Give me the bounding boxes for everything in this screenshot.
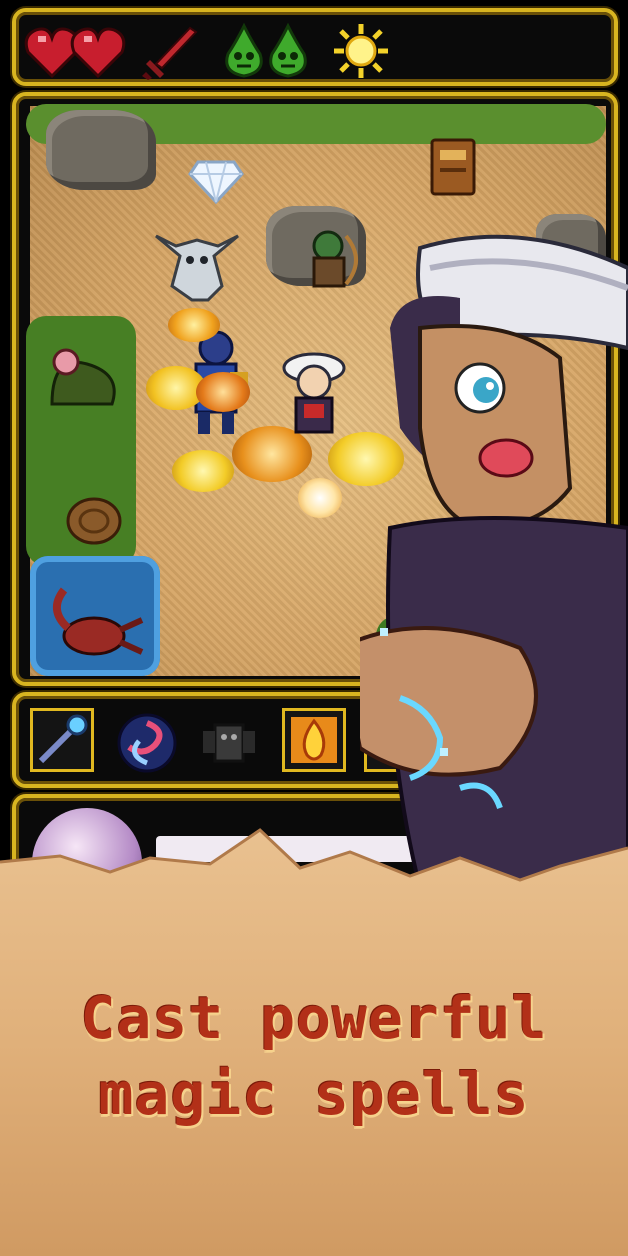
spell-slot-golem[interactable] <box>194 708 258 772</box>
log-stump <box>66 497 122 545</box>
status-bar <box>12 8 618 86</box>
heart-icon <box>70 27 126 79</box>
spell-slot-fire[interactable] <box>282 708 346 772</box>
spell-slot-vortex[interactable] <box>112 708 177 773</box>
scorpion-enemy[interactable] <box>38 580 148 670</box>
fire-scroll-icon <box>291 717 337 763</box>
serpent-plant-enemy[interactable] <box>42 334 132 414</box>
poison-drop-icon <box>269 22 307 78</box>
vortex-orb-icon <box>117 713 177 773</box>
poison-drop-icon <box>225 22 263 78</box>
gold-coin[interactable] <box>172 450 234 492</box>
fireball-spell <box>298 478 342 518</box>
player-mage[interactable] <box>278 348 350 438</box>
diamond-icon[interactable] <box>188 160 244 204</box>
gold-coin[interactable] <box>196 372 250 412</box>
rock <box>46 110 156 190</box>
gold-coin[interactable] <box>168 308 220 342</box>
sword-icon[interactable] <box>140 22 200 82</box>
promo-tagline: Cast powerful magic spells <box>0 980 628 1132</box>
magic-wand-icon <box>38 714 88 764</box>
portrait-orb <box>32 808 142 918</box>
spell-slot-wand[interactable] <box>30 708 94 772</box>
spellbook-icon[interactable] <box>428 138 478 198</box>
gargoyle-enemy[interactable] <box>152 226 242 306</box>
tagline-line-2: magic spells <box>98 1060 530 1128</box>
tagline-line-1: Cast powerful <box>80 984 548 1052</box>
sun-icon <box>334 24 388 78</box>
golem-icon <box>203 723 255 763</box>
hero-mage-portrait <box>360 234 628 888</box>
